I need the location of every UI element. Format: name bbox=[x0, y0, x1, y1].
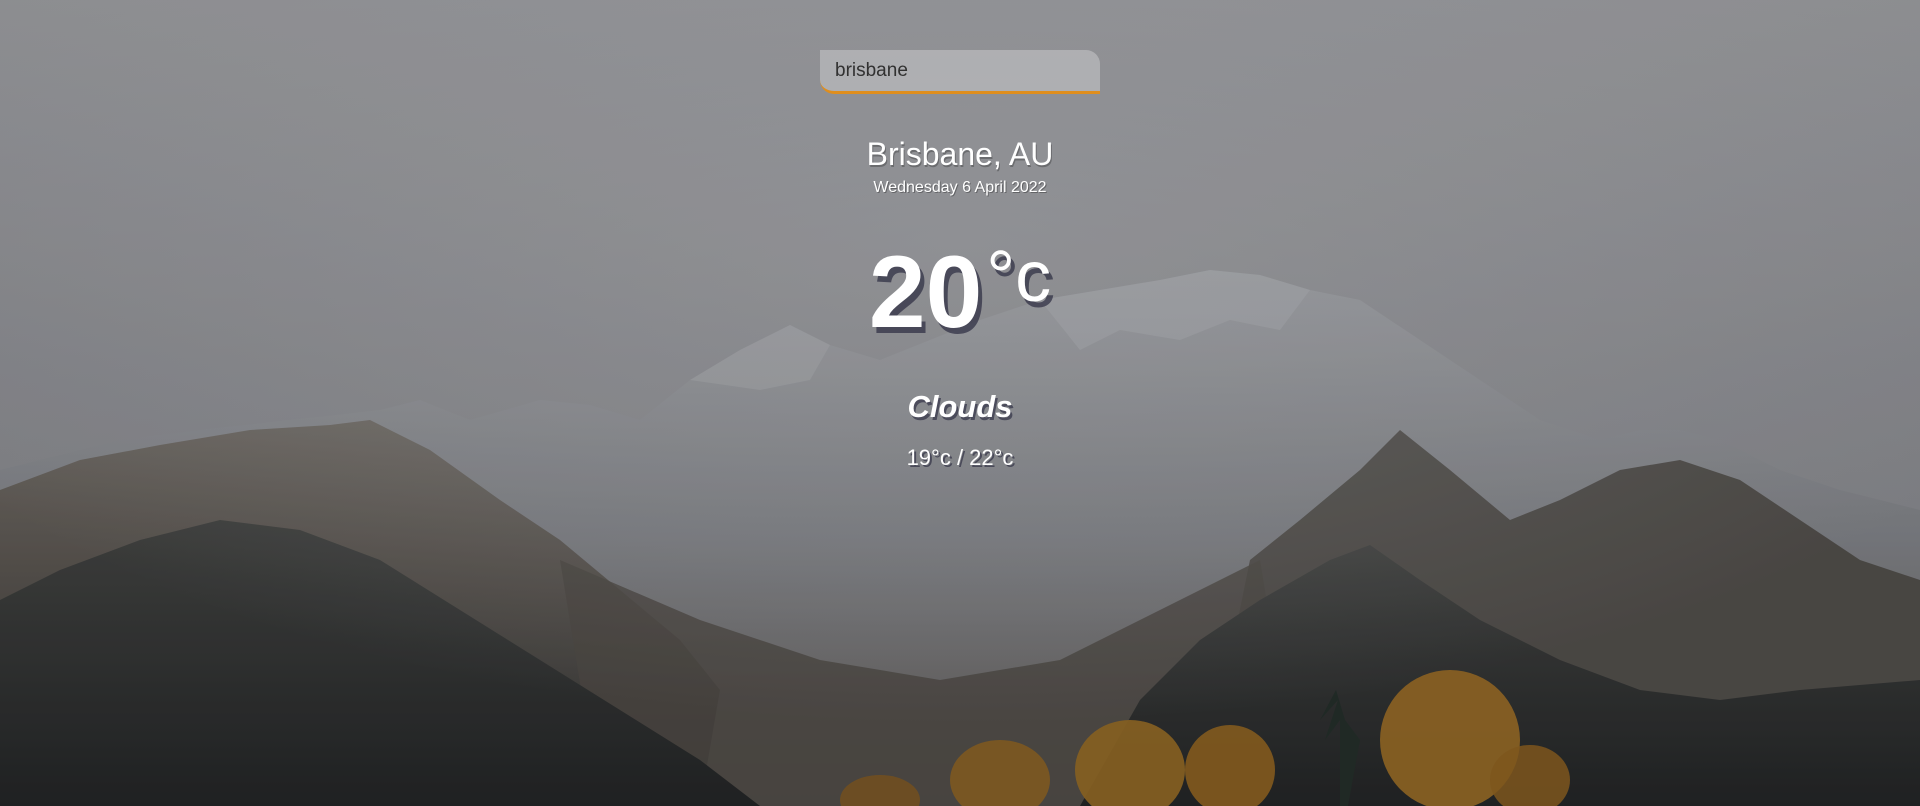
search-input[interactable] bbox=[820, 50, 1100, 94]
location-title: Brisbane, AU bbox=[866, 136, 1054, 172]
temperature-display: 20 °c bbox=[869, 241, 1051, 343]
temperature-unit: °c bbox=[986, 237, 1052, 317]
temperature-range: 19°c / 22°c bbox=[906, 445, 1014, 470]
weather-app: Brisbane, AU Wednesday 6 April 2022 20 °… bbox=[0, 0, 1920, 806]
temperature-value: 20 bbox=[868, 235, 983, 349]
date-label: Wednesday 6 April 2022 bbox=[873, 179, 1047, 196]
weather-condition: Clouds bbox=[907, 389, 1013, 424]
